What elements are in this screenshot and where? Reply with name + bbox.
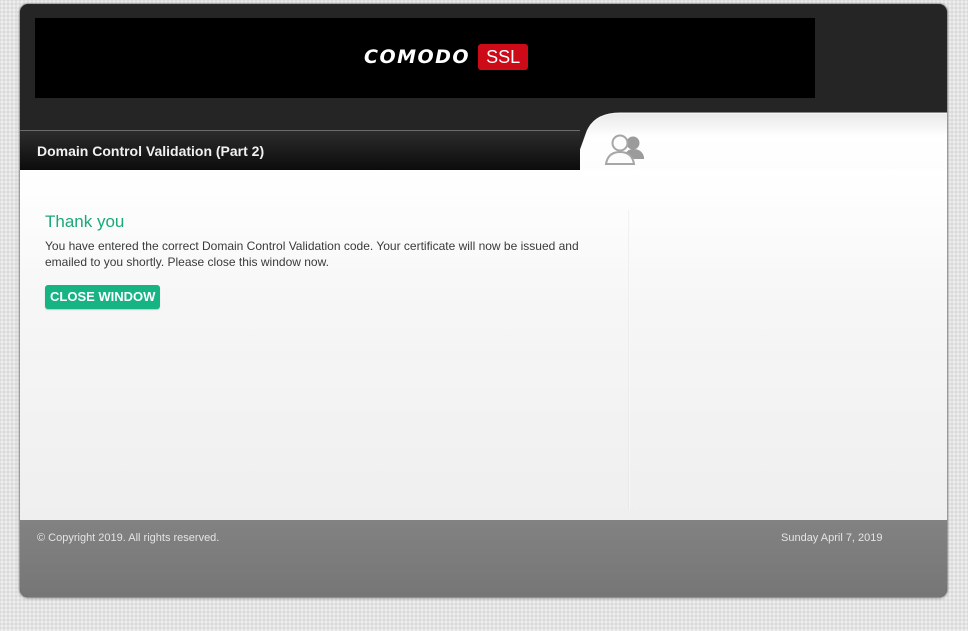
footer-date: Sunday April 7, 2019 bbox=[781, 532, 883, 544]
logo-ssl-badge: SSL bbox=[478, 44, 529, 70]
thank-you-heading: Thank you bbox=[45, 212, 125, 231]
logo-word: COMODO bbox=[364, 46, 471, 68]
page-title-bar: Domain Control Validation (Part 2) bbox=[20, 130, 580, 171]
content-panel bbox=[20, 170, 947, 520]
page-title: Domain Control Validation (Part 2) bbox=[37, 143, 265, 159]
footer: © Copyright 2019. All rights reserved. S… bbox=[20, 520, 947, 597]
validation-message: You have entered the correct Domain Cont… bbox=[45, 239, 579, 269]
header-banner: COMODO SSL bbox=[35, 18, 815, 98]
copyright-text: © Copyright 2019. All rights reserved. bbox=[37, 532, 220, 544]
close-window-button[interactable]: CLOSE WINDOW bbox=[45, 285, 161, 309]
people-icon bbox=[604, 132, 648, 171]
column-divider bbox=[628, 210, 630, 510]
comodo-ssl-logo: COMODO SSL bbox=[364, 44, 529, 70]
main-window: COMODO SSL Domain Control Validation (Pa… bbox=[20, 4, 947, 597]
